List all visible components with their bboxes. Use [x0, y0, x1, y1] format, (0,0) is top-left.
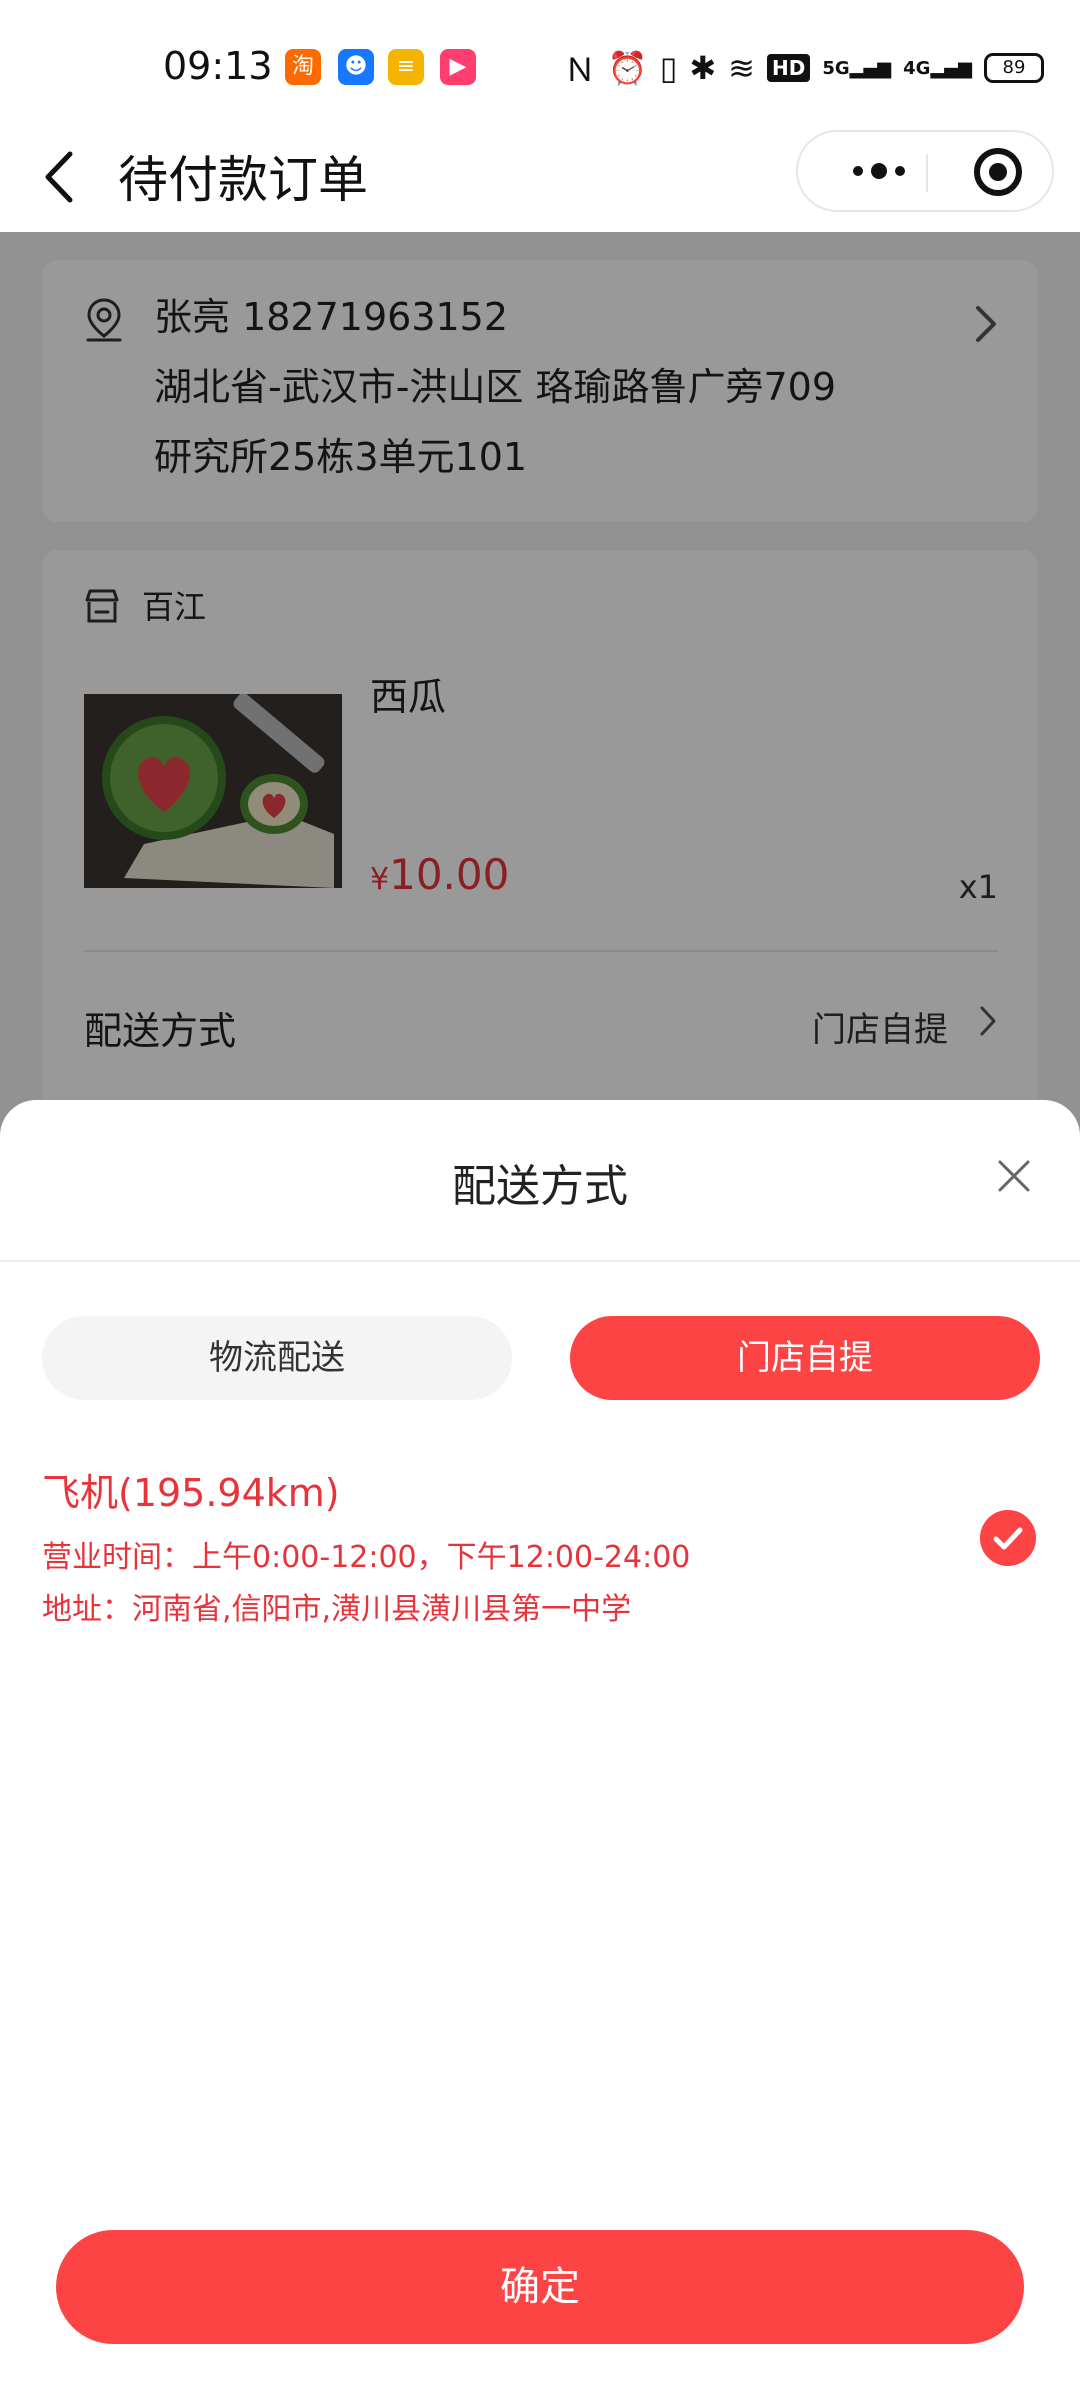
wifi-icon: ≋	[728, 49, 755, 87]
sheet-title: 配送方式	[452, 1161, 628, 1212]
pickup-store-address: 地址：河南省,信阳市,潢川县潢川县第一中学	[42, 1592, 632, 1627]
nav-bar: 待付款订单	[0, 130, 1080, 232]
store-pickup-option[interactable]: 门店自提	[570, 1316, 1040, 1400]
battery-icon: 89	[984, 53, 1044, 83]
back-arrow-icon[interactable]	[40, 142, 80, 212]
sheet-divider	[0, 1260, 1080, 1262]
pickup-store-name: 飞机(195.94km)	[42, 1471, 340, 1515]
close-icon[interactable]	[996, 1158, 1032, 1194]
confirm-button[interactable]: 确定	[56, 2230, 1024, 2344]
more-dot-icon	[871, 163, 887, 179]
signal-5g-icon: 5G▂▄▆	[822, 57, 892, 79]
status-indicators: Ｎ ⏰ ▯ ✱ ≋ HD 5G▂▄▆ 4G▂▄▆ 89	[563, 48, 1044, 89]
more-dot-icon	[853, 166, 863, 176]
alarm-icon: ⏰	[607, 49, 648, 87]
battery-level: 89	[1002, 57, 1026, 78]
bluetooth-icon: ✱	[689, 49, 717, 87]
close-miniapp-button[interactable]	[974, 148, 1022, 196]
signal-4g-label: 4G	[903, 57, 931, 79]
capsule-divider	[926, 154, 928, 192]
wallet-app-icon: ≡	[388, 49, 424, 85]
check-icon[interactable]	[980, 1510, 1036, 1566]
status-bar: 09:13 淘 ☻ ≡ ▶ Ｎ ⏰ ▯ ✱ ≋ HD 5G▂▄▆ 4G▂▄▆ 8…	[0, 0, 1080, 130]
status-time: 09:13	[163, 44, 273, 88]
signal-5g-label: 5G	[822, 57, 850, 79]
logistics-delivery-option[interactable]: 物流配送	[42, 1316, 512, 1400]
pickup-store-hours: 营业时间：上午0:00-12:00，下午12:00-24:00	[42, 1540, 691, 1575]
nfc-icon: Ｎ	[563, 51, 596, 89]
pickup-store-item[interactable]: 飞机(195.94km) 营业时间：上午0:00-12:00，下午12:00-2…	[42, 1462, 1038, 1652]
chat-app-icon: ☻	[338, 49, 374, 85]
video-app-icon: ▶	[440, 49, 476, 85]
page-title: 待付款订单	[118, 151, 368, 209]
vibrate-icon: ▯	[659, 49, 678, 87]
more-menu-button[interactable]	[834, 132, 924, 210]
taobao-icon: 淘	[285, 49, 321, 85]
miniapp-capsule	[796, 130, 1054, 212]
more-dot-icon	[895, 166, 905, 176]
signal-4g-icon: 4G▂▄▆	[903, 57, 972, 79]
shipping-method-sheet: 配送方式 物流配送 门店自提 飞机(195.94km) 营业时间：上午0:00-…	[0, 1100, 1080, 2400]
hd-voice-badge: HD	[766, 54, 811, 82]
